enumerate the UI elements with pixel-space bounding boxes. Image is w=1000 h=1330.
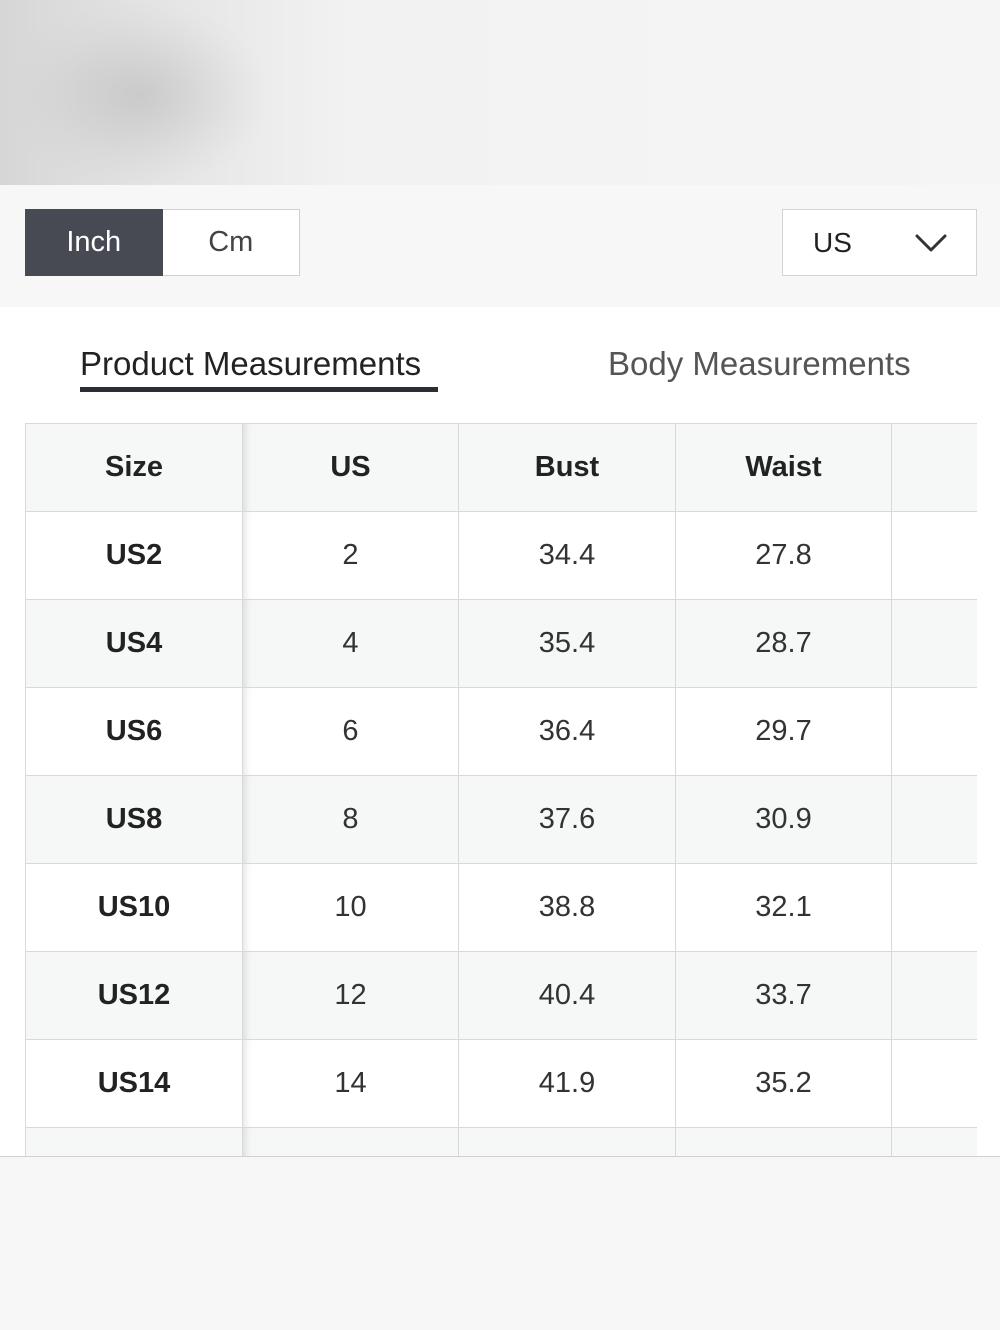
cell-waist: 33.7: [675, 951, 892, 1040]
cell-size: US4: [25, 599, 243, 688]
cell-waist: 27.8: [675, 511, 892, 600]
cell-waist: [675, 1127, 892, 1156]
header-us: US: [242, 423, 459, 512]
cell-us: 4: [242, 599, 459, 688]
measurement-tabs: Product Measurements Body Measurements: [0, 307, 1000, 407]
cell-waist: 35.2: [675, 1039, 892, 1128]
active-tab-indicator: [80, 387, 438, 392]
header-waist: Waist: [675, 423, 892, 512]
size-table-scroll[interactable]: Size US Bust Waist US2 2 34.4 27.8 3: [25, 423, 977, 1156]
cell-bust: [458, 1127, 676, 1156]
header-next: [891, 423, 977, 512]
bottom-overlay: [0, 1156, 1000, 1330]
unit-cm-button[interactable]: Cm: [162, 209, 300, 276]
cell-next: [891, 1127, 977, 1156]
cell-next: 4: [891, 1039, 977, 1128]
cell-next: 4: [891, 951, 977, 1040]
table-header-row: Size US Bust Waist: [25, 423, 977, 512]
cell-bust: 34.4: [458, 511, 676, 600]
cell-bust: 37.6: [458, 775, 676, 864]
table-row: US14 14 41.9 35.2 4: [25, 1039, 977, 1128]
cell-us: 6: [242, 687, 459, 776]
cell-size: US6: [25, 687, 243, 776]
cell-waist: 32.1: [675, 863, 892, 952]
cell-next: 3: [891, 511, 977, 600]
cell-bust: 35.4: [458, 599, 676, 688]
cell-bust: 38.8: [458, 863, 676, 952]
unit-toggle: Inch Cm: [25, 209, 300, 276]
cell-waist: 28.7: [675, 599, 892, 688]
cell-bust: 36.4: [458, 687, 676, 776]
cell-size: US14: [25, 1039, 243, 1128]
cell-us: [242, 1127, 459, 1156]
table-row: US10 10 38.8 32.1 4: [25, 863, 977, 952]
table-row: US6 6 36.4 29.7 3: [25, 687, 977, 776]
cell-size: US10: [25, 863, 243, 952]
unit-inch-button[interactable]: Inch: [25, 209, 163, 276]
product-image: [0, 0, 1000, 185]
cell-size: US2: [25, 511, 243, 600]
region-select[interactable]: US: [782, 209, 977, 276]
table-row: US8 8 37.6 30.9 4: [25, 775, 977, 864]
size-table: Size US Bust Waist US2 2 34.4 27.8 3: [25, 423, 977, 1156]
cell-bust: 41.9: [458, 1039, 676, 1128]
size-chart-toolbar: Inch Cm US: [0, 185, 1000, 307]
cell-waist: 30.9: [675, 775, 892, 864]
cell-waist: 29.7: [675, 687, 892, 776]
cell-next: 4: [891, 863, 977, 952]
cell-us: 2: [242, 511, 459, 600]
size-chart-content: Product Measurements Body Measurements S…: [0, 307, 1000, 1156]
cell-us: 10: [242, 863, 459, 952]
table-row: [25, 1127, 977, 1156]
tab-product-measurements[interactable]: Product Measurements: [80, 345, 421, 383]
header-bust: Bust: [458, 423, 676, 512]
chevron-down-icon: [915, 234, 947, 251]
header-size: Size: [25, 423, 243, 512]
table-row: US12 12 40.4 33.7 4: [25, 951, 977, 1040]
product-image-blur: [20, 10, 260, 180]
table-row: US4 4 35.4 28.7 3: [25, 599, 977, 688]
region-select-value: US: [813, 226, 852, 258]
cell-next: 3: [891, 687, 977, 776]
tab-body-measurements[interactable]: Body Measurements: [608, 345, 911, 383]
cell-us: 14: [242, 1039, 459, 1128]
cell-bust: 40.4: [458, 951, 676, 1040]
size-chart-page: Inch Cm US Product Measurements Body Mea…: [0, 0, 1000, 1330]
cell-size: US12: [25, 951, 243, 1040]
table-row: US2 2 34.4 27.8 3: [25, 511, 977, 600]
cell-us: 12: [242, 951, 459, 1040]
cell-size: US8: [25, 775, 243, 864]
cell-next: 3: [891, 599, 977, 688]
cell-us: 8: [242, 775, 459, 864]
cell-size: [25, 1127, 243, 1156]
cell-next: 4: [891, 775, 977, 864]
